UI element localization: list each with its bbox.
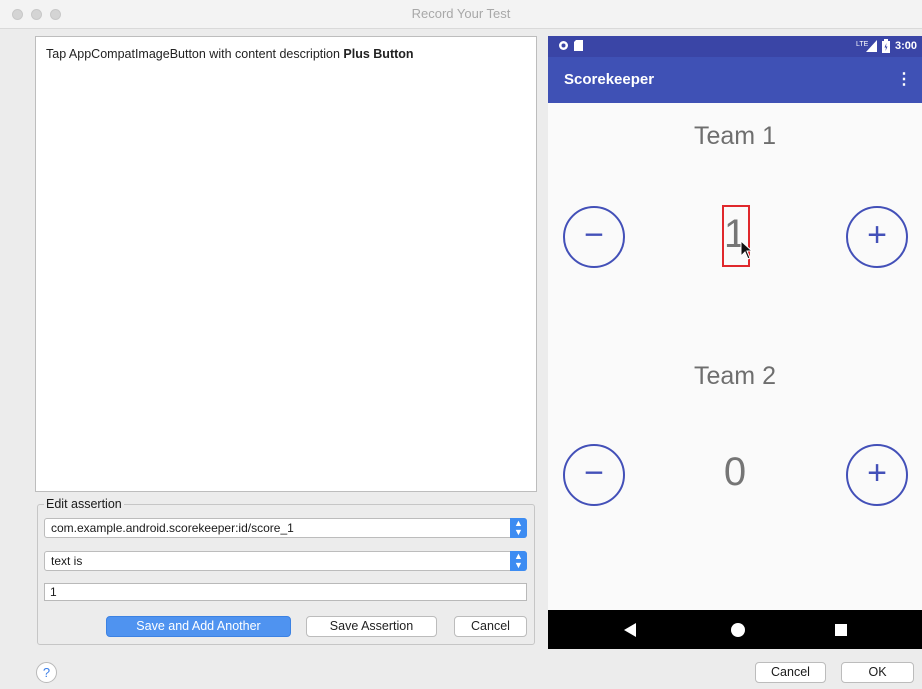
view-id-chevron-icon[interactable]: ▲ ▼ bbox=[510, 518, 527, 538]
view-id-value: com.example.android.scorekeeper:id/score… bbox=[51, 521, 294, 535]
app-toolbar: Scorekeeper ⋮ bbox=[548, 57, 922, 103]
assertion-value-input[interactable]: 1 bbox=[44, 583, 527, 601]
cancel-assertion-button[interactable]: Cancel bbox=[454, 616, 527, 637]
sd-card-icon bbox=[574, 40, 583, 51]
assertion-condition-select[interactable]: text is ▲ ▼ bbox=[44, 551, 527, 571]
back-icon[interactable] bbox=[624, 623, 636, 637]
condition-chevron-icon[interactable]: ▲ ▼ bbox=[510, 551, 527, 571]
event-description: Tap AppCompatImageButton with content de… bbox=[46, 47, 344, 61]
mouse-cursor-icon bbox=[740, 240, 754, 260]
team2-minus-button[interactable]: − bbox=[563, 444, 625, 506]
team2-score[interactable]: 0 bbox=[715, 450, 755, 495]
team2-label: Team 2 bbox=[694, 362, 776, 390]
edit-assertion-legend: Edit assertion bbox=[44, 497, 124, 511]
help-button[interactable]: ? bbox=[36, 662, 57, 683]
assertion-condition-value: text is bbox=[51, 554, 83, 568]
app-title: Scorekeeper bbox=[564, 71, 655, 88]
team2-plus-button[interactable]: + bbox=[846, 444, 908, 506]
dialog-ok-button[interactable]: OK bbox=[841, 662, 914, 683]
recorded-events-list[interactable]: Tap AppCompatImageButton with content de… bbox=[35, 36, 537, 492]
team1-label: Team 1 bbox=[694, 122, 776, 150]
signal-icon bbox=[866, 40, 877, 52]
home-icon[interactable] bbox=[731, 623, 745, 637]
recents-icon[interactable] bbox=[835, 624, 847, 636]
view-id-select[interactable]: com.example.android.scorekeeper:id/score… bbox=[44, 518, 527, 538]
android-nav-bar bbox=[548, 610, 922, 649]
status-time: 3:00 bbox=[895, 40, 918, 52]
team1-plus-button[interactable]: + bbox=[846, 206, 908, 268]
window-title: Record Your Test bbox=[411, 6, 511, 21]
notification-icon bbox=[559, 41, 568, 50]
save-and-add-another-button[interactable]: Save and Add Another bbox=[106, 616, 291, 637]
event-target-name: Plus Button bbox=[343, 47, 414, 61]
battery-icon bbox=[882, 39, 890, 53]
window-title-bar: Record Your Test bbox=[0, 0, 922, 29]
save-assertion-button[interactable]: Save Assertion bbox=[306, 616, 437, 637]
dialog-cancel-button[interactable]: Cancel bbox=[755, 662, 826, 683]
recorded-event-item[interactable]: Tap AppCompatImageButton with content de… bbox=[46, 47, 414, 61]
android-status-bar: LTE 3:00 bbox=[548, 36, 922, 57]
device-screen[interactable]: LTE 3:00 Scorekeeper ⋮ Team 1 − 1 + Team… bbox=[548, 36, 922, 649]
overflow-menu-icon[interactable]: ⋮ bbox=[896, 69, 912, 89]
team1-minus-button[interactable]: − bbox=[563, 206, 625, 268]
